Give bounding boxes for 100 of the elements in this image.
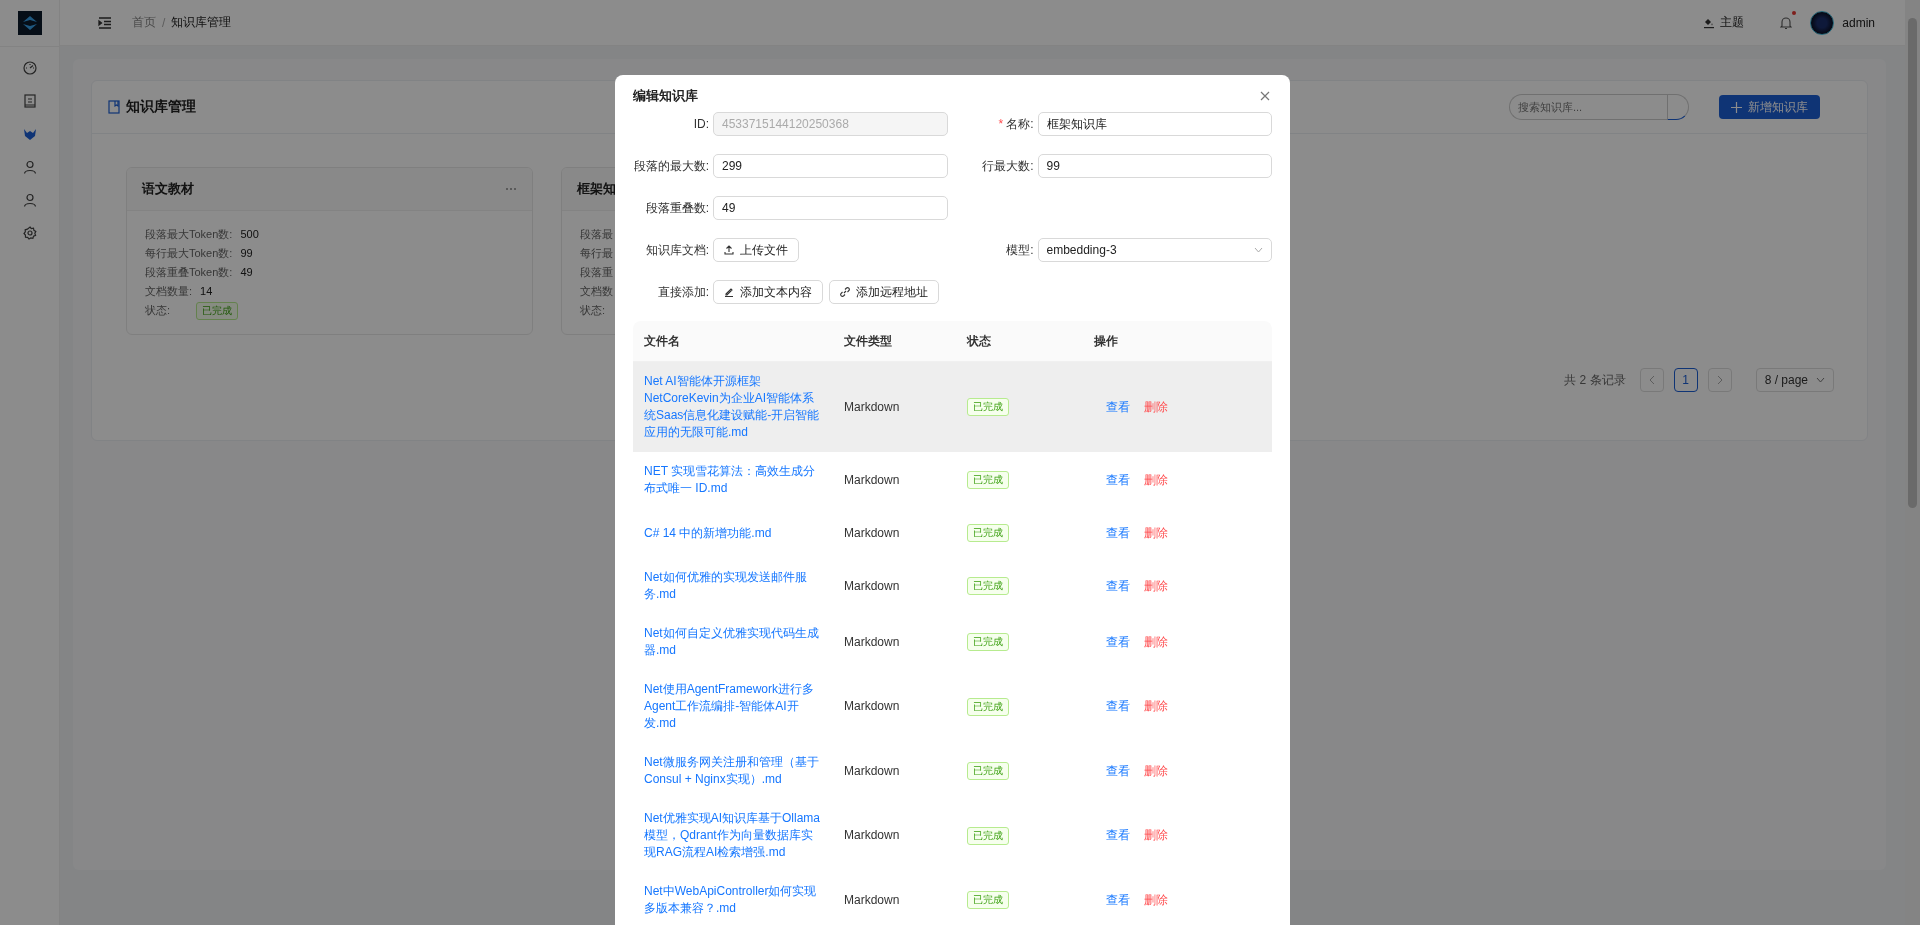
card-title: 框架知	[577, 180, 616, 198]
view-link[interactable]: 查看	[1106, 763, 1130, 778]
user-name[interactable]: admin	[1842, 15, 1875, 30]
text-field[interactable]: 299	[713, 154, 948, 178]
status-tag: 已完成	[967, 891, 1009, 909]
file-link[interactable]: Net如何自定义优雅实现代码生成器.md	[644, 625, 822, 659]
settings-icon	[22, 225, 37, 240]
field-value: 49	[240, 265, 253, 280]
breadcrumb-link[interactable]: 知识库管理	[171, 14, 232, 31]
page-size-select[interactable]: 8 / page	[1755, 368, 1834, 392]
search-field[interactable]: 搜索知识库...	[1509, 94, 1667, 120]
field-label: 每行最	[580, 246, 613, 261]
knowledge-base-card[interactable]: 语文教材 段落最大Token数: 500 每行最大Token数: 99 段落重叠Token数: 49 文档数量: 14 状态: 已完成	[126, 167, 533, 335]
status-tag: 已完成	[196, 301, 239, 320]
book-icon	[108, 100, 120, 114]
status-tag: 已完成	[967, 697, 1009, 716]
field-label: 段落重叠Token数:	[145, 265, 233, 280]
text-field[interactable]: 99	[1037, 154, 1272, 178]
file-link[interactable]: Net中WebApiController如何实现多版本兼容？.md	[644, 883, 822, 917]
view-link[interactable]: 查看	[1106, 634, 1130, 649]
chevron-down-icon	[1254, 247, 1263, 253]
paint-bucket-icon	[1703, 16, 1716, 29]
panel-title: 知识库管理	[126, 98, 196, 116]
card-title: 语文教材	[142, 180, 194, 198]
file-type: Markdown	[844, 578, 900, 593]
action-button[interactable]: 添加远程地址	[829, 280, 939, 304]
chevron-right-icon	[1716, 375, 1723, 385]
status-tag: 已完成	[967, 524, 1009, 542]
view-link[interactable]: 查看	[1106, 525, 1130, 540]
chevron-down-icon	[1816, 377, 1825, 383]
view-link[interactable]: 查看	[1106, 578, 1130, 593]
status-tag: 已完成	[967, 762, 1009, 780]
file-link[interactable]: NET 实现雪花算法：高效生成分布式唯一 ID.md	[644, 463, 822, 497]
file-type: Markdown	[844, 892, 900, 907]
dialog-title: 编辑知识库	[633, 87, 698, 105]
user-icon	[22, 192, 37, 207]
plus-icon	[1731, 101, 1742, 113]
pencil-icon	[724, 287, 734, 297]
delete-link[interactable]: 删除	[1144, 472, 1168, 487]
form-label: 直接添加:	[656, 283, 709, 301]
add-knowledge-base-button[interactable]: 新增知识库	[1719, 95, 1820, 119]
delete-link[interactable]: 删除	[1144, 763, 1168, 778]
theme-button[interactable]: 主题	[1697, 13, 1751, 32]
status-tag: 已完成	[967, 826, 1009, 845]
field-label: 文档数量:	[145, 284, 193, 299]
file-link[interactable]: Net如何优雅的实现发送邮件服务.md	[644, 569, 822, 603]
text-field[interactable]: 框架知识库	[1037, 112, 1272, 136]
field-value: 500	[240, 227, 259, 242]
file-type: Markdown	[844, 634, 900, 649]
file-link[interactable]: C# 14 中的新增功能.md	[644, 524, 822, 542]
document-icon	[22, 93, 37, 108]
action-button[interactable]: 上传文件	[713, 238, 799, 262]
file-type: Markdown	[844, 399, 900, 414]
delete-link[interactable]: 删除	[1144, 828, 1168, 842]
form-label: 知识库文档:	[644, 241, 709, 259]
view-link[interactable]: 查看	[1106, 828, 1130, 842]
field-label: 段落最	[580, 227, 613, 242]
view-link[interactable]: 查看	[1106, 699, 1130, 713]
view-link[interactable]: 查看	[1106, 472, 1130, 487]
view-link[interactable]: 查看	[1106, 399, 1130, 414]
delete-link[interactable]: 删除	[1144, 578, 1168, 593]
status-tag: 已完成	[967, 577, 1009, 595]
file-link[interactable]: Net使用AgentFramework进行多Agent工作流编排-智能体AI开发.md	[644, 681, 822, 732]
field-value: 99	[240, 246, 253, 261]
page-button[interactable]: 1	[1673, 368, 1698, 392]
delete-link[interactable]: 删除	[1144, 699, 1168, 713]
field-label: 状态:	[580, 303, 606, 318]
form-label: 模型:	[1005, 241, 1034, 259]
file-link[interactable]: Net微服务网关注册和管理（基于Consul + Nginx实现）.md	[644, 754, 822, 788]
field-label: 文档数	[580, 284, 613, 299]
view-link[interactable]: 查看	[1106, 892, 1130, 907]
form-label: 段落的最大数:	[633, 157, 709, 175]
breadcrumb-separator: /	[162, 15, 166, 30]
chevron-left-icon	[1648, 375, 1655, 385]
field-label: 段落最大Token数:	[145, 227, 233, 242]
link-icon	[840, 287, 850, 297]
file-type: Markdown	[844, 763, 900, 778]
form-label: * 名称:	[997, 115, 1034, 133]
file-link[interactable]: Net AI智能体开源框架NetCoreKevin为企业AI智能体系统Saas信息化建设赋能-开启智能应用的无限可能.md	[644, 373, 822, 441]
file-link[interactable]: Net优雅实现AI知识库基于Ollama模型，Qdrant作为向量数据库实现RAG流程AI检索增强.md	[644, 810, 822, 861]
search-button[interactable]	[1667, 94, 1689, 120]
delete-link[interactable]: 删除	[1144, 634, 1168, 649]
model-select[interactable]: embedding-3	[1037, 238, 1272, 262]
field-label: 段落重	[580, 265, 613, 280]
avatar[interactable]	[1810, 10, 1835, 35]
delete-link[interactable]: 删除	[1144, 892, 1168, 907]
file-type: Markdown	[844, 472, 900, 487]
delete-link[interactable]: 删除	[1144, 525, 1168, 540]
user-icon	[22, 159, 37, 174]
status-tag: 已完成	[967, 471, 1009, 489]
action-button[interactable]: 添加文本内容	[713, 280, 823, 304]
close-icon[interactable]	[1260, 91, 1270, 101]
menu-icon[interactable]	[98, 16, 112, 29]
gauge-icon	[22, 60, 37, 75]
more-icon[interactable]	[505, 187, 517, 191]
text-field[interactable]: 49	[713, 196, 948, 220]
status-tag: 已完成	[967, 398, 1009, 416]
delete-link[interactable]: 删除	[1144, 399, 1168, 414]
field-label: 每行最大Token数:	[145, 246, 233, 261]
breadcrumb-link[interactable]: 首页	[132, 14, 156, 31]
